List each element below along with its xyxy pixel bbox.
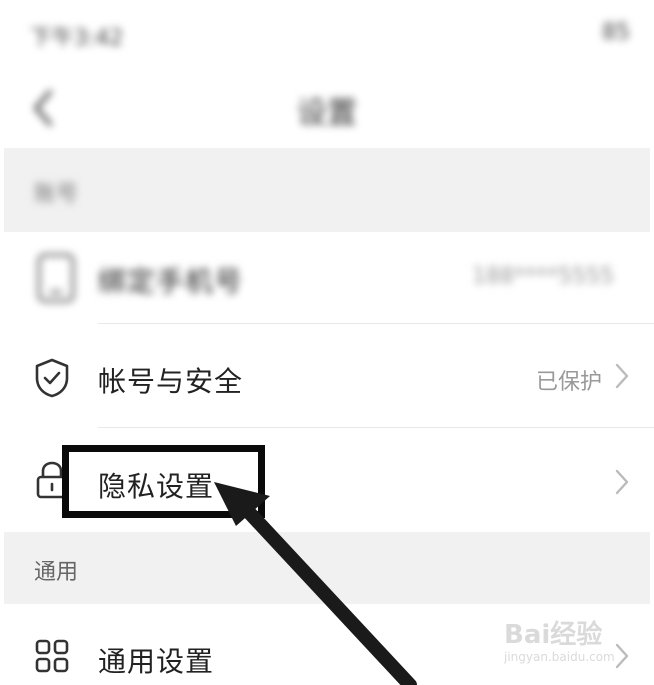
general-settings-label: 通用设置 [98, 645, 215, 678]
section-label: 通用 [34, 560, 79, 585]
account-security-label: 帐号与安全 [98, 365, 244, 398]
section-header-general: 通用 [4, 532, 650, 604]
account-security-row[interactable]: 帐号与安全 已保护 [0, 324, 654, 428]
status-time: 下午3:42 [30, 26, 124, 51]
highlight-box [62, 445, 265, 518]
phone-binding-label: 绑定手机号 [98, 265, 244, 298]
protection-status: 已保护 [535, 370, 602, 395]
status-bar: 下午3:42 85 [0, 0, 654, 70]
watermark: Bai经验 jingyan.baidu.com [504, 612, 644, 672]
nav-bar: 设置 [0, 70, 654, 148]
watermark-logo: Bai经验 [504, 620, 603, 650]
phone-icon [36, 252, 76, 308]
watermark-url: jingyan.baidu.com [504, 650, 615, 664]
battery-indicator: 85 [602, 20, 630, 45]
phone-number-value: 188****5555 [472, 264, 614, 289]
phone-binding-row[interactable]: 绑定手机号 188****5555 [0, 232, 654, 324]
page-title: 设置 [297, 96, 357, 131]
chevron-right-icon [614, 362, 630, 390]
section-label: 账号 [34, 182, 79, 207]
grid-icon [34, 638, 70, 678]
shield-check-icon [34, 358, 70, 402]
section-header-account: 账号 [4, 148, 650, 232]
chevron-right-icon [614, 468, 630, 496]
